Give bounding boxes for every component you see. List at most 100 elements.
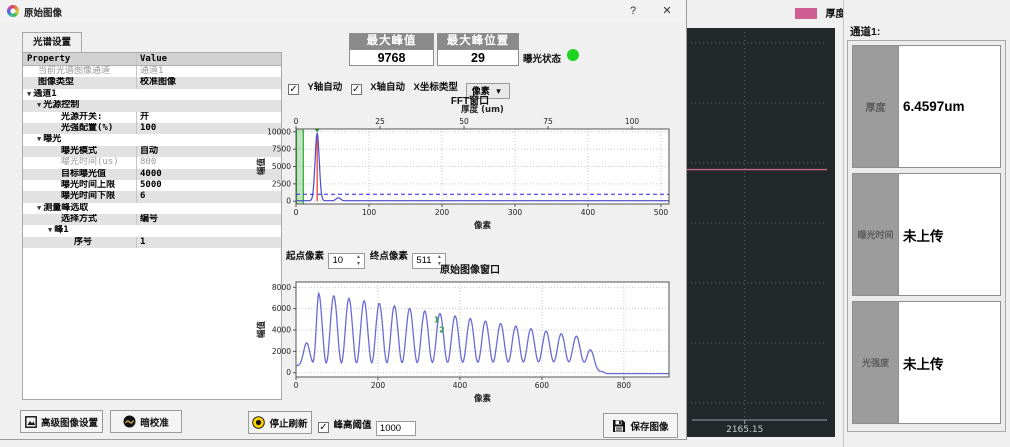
svg-text:200: 200 (435, 208, 450, 217)
advanced-image-settings-button[interactable]: 高级图像设置 (20, 410, 103, 433)
property-name: 图像类型 (23, 77, 136, 88)
svg-text:0: 0 (286, 368, 291, 377)
svg-text:0: 0 (294, 117, 299, 126)
property-name: ▼光源控制 (23, 100, 281, 111)
property-row[interactable]: ▼峰1 (23, 225, 281, 236)
svg-text:像素: 像素 (473, 393, 492, 404)
max-peak-pos-value: 29 (438, 49, 518, 65)
svg-text:50: 50 (459, 117, 469, 126)
svg-text:200: 200 (371, 381, 386, 390)
screen: 原始图像 ? ✕ 光谱设置 Property Value 当前光谱图像通道通道1… (0, 0, 1010, 447)
property-row[interactable]: 图像类型校准图像 (23, 77, 281, 88)
light-intensity-card-value: 未上传 (899, 302, 1000, 423)
svg-text:25: 25 (375, 117, 385, 126)
property-value[interactable]: 通道1 (136, 66, 281, 77)
property-name: 选择方式 (23, 214, 136, 225)
fft-chart[interactable]: 0100200300400500025507510002500500075001… (254, 103, 686, 239)
svg-text:8000: 8000 (272, 283, 291, 292)
dark-calibration-label: 暗校准 (140, 415, 169, 429)
light-intensity-card: 光强度 未上传 (852, 301, 1001, 424)
header-value: Value (136, 53, 281, 65)
svg-text:0: 0 (286, 197, 291, 206)
property-row[interactable]: 选择方式编号 (23, 214, 281, 225)
max-peak-pos-label: 最大峰位置 (438, 34, 518, 49)
svg-text:100: 100 (625, 117, 640, 126)
property-grid-body: 当前光谱图像通道通道1图像类型校准图像▼通道1▼光源控制光源开关:开光强配置(%… (23, 66, 281, 248)
property-name: ▼通道1 (23, 89, 281, 100)
svg-text:0: 0 (294, 381, 299, 390)
tree-collapse-icon[interactable]: ▼ (27, 90, 31, 98)
help-button[interactable]: ? (622, 3, 644, 19)
property-row[interactable]: 光强配置(%)100 (23, 123, 281, 134)
property-name: ▼测量峰选取 (23, 203, 281, 214)
image-settings-icon (25, 416, 37, 428)
light-intensity-card-label: 光强度 (853, 302, 899, 423)
dark-calibration-icon (123, 415, 136, 428)
property-name: 曝光时间(us) (23, 157, 136, 168)
max-peak-card: 最大峰值 9768 (349, 33, 434, 66)
peak-threshold-checkbox[interactable]: ✓ (318, 422, 329, 433)
svg-text:2165.15: 2165.15 (726, 425, 763, 435)
property-row[interactable]: ▼通道1 (23, 89, 281, 100)
property-row[interactable]: ▼光源控制 (23, 100, 281, 111)
thickness-card-value: 6.4597um (899, 46, 1000, 167)
exposure-time-card: 曝光时间 未上传 (852, 173, 1001, 296)
max-peak-pos-card: 最大峰位置 29 (437, 33, 519, 66)
dark-calibration-button[interactable]: 暗校准 (110, 410, 182, 433)
tab-spectrum-settings[interactable]: 光谱设置 (22, 32, 82, 52)
tree-collapse-icon[interactable]: ▼ (37, 135, 41, 143)
channel-results-panel: 通道1: 厚度 6.4597um 曝光时间 未上传 光强度 未上传 (843, 0, 1010, 447)
svg-text:2500: 2500 (272, 179, 291, 188)
thickness-card: 厚度 6.4597um (852, 45, 1001, 168)
peak-threshold-input[interactable]: 1000 (376, 421, 416, 436)
max-peak-value: 9768 (350, 49, 433, 65)
svg-text:2000: 2000 (272, 347, 291, 356)
svg-text:400: 400 (453, 381, 468, 390)
tree-collapse-icon[interactable]: ▼ (37, 101, 41, 109)
property-row[interactable]: ▼曝光 (23, 134, 281, 145)
stop-refresh-button[interactable]: 停止刷新 (248, 411, 312, 434)
main-window-region: 厚度 2165.15 通道1: 厚度 6.4597um 曝光时间 未上传 光强度… (687, 0, 1010, 447)
thickness-legend: 厚度 (795, 4, 845, 22)
property-row[interactable]: 序号1 (23, 237, 281, 248)
svg-text:厚度 (um): 厚度 (um) (461, 104, 504, 115)
svg-text:0: 0 (294, 208, 299, 217)
save-image-button[interactable]: 保存图像 (603, 413, 678, 438)
property-row[interactable]: 曝光时间下限6 (23, 191, 281, 202)
dialog-titlebar[interactable]: 原始图像 ? ✕ (0, 0, 686, 22)
property-row[interactable]: 当前光谱图像通道通道1 (23, 66, 281, 77)
dialog-title: 原始图像 (24, 5, 62, 19)
property-row[interactable]: 目标曝光值4000 (23, 169, 281, 180)
channel-label: 通道1: (850, 24, 880, 39)
property-name: 光强配置(%) (23, 123, 136, 134)
floppy-save-icon (612, 419, 626, 433)
svg-text:800: 800 (617, 381, 632, 390)
tree-collapse-icon[interactable]: ▼ (48, 226, 52, 234)
svg-text:75: 75 (543, 117, 553, 126)
header-property: Property (23, 53, 136, 65)
svg-text:幅值: 幅值 (256, 158, 267, 176)
property-row[interactable]: 曝光时间上限5000 (23, 180, 281, 191)
property-name: ▼峰1 (23, 225, 281, 236)
property-value[interactable]: 校准图像 (136, 77, 281, 88)
close-button[interactable]: ✕ (656, 3, 678, 19)
property-name: 曝光模式 (23, 146, 136, 157)
exposure-time-card-label: 曝光时间 (853, 174, 899, 295)
original-image-dialog: 原始图像 ? ✕ 光谱设置 Property Value 当前光谱图像通道通道1… (0, 0, 687, 440)
svg-text:5000: 5000 (272, 162, 291, 171)
legend-swatch-icon (795, 8, 817, 19)
property-row[interactable]: 曝光模式自动 (23, 146, 281, 157)
tree-collapse-icon[interactable]: ▼ (37, 204, 41, 212)
svg-text:2: 2 (439, 326, 445, 335)
svg-text:4000: 4000 (272, 326, 291, 335)
exposure-time-card-value: 未上传 (899, 174, 1000, 295)
raw-image-chart[interactable]: 12020040060080002000400060008000像素幅值 (254, 274, 686, 404)
thickness-trend-chart[interactable]: 2165.15 (687, 28, 835, 437)
svg-text:500: 500 (654, 208, 669, 217)
max-peak-label: 最大峰值 (350, 34, 433, 49)
property-grid[interactable]: Property Value 当前光谱图像通道通道1图像类型校准图像▼通道1▼光… (22, 52, 282, 400)
peak-threshold-controls: ✓ 峰高阈值 1000 (318, 415, 416, 436)
property-row[interactable]: 光源开关:开 (23, 112, 281, 123)
property-row[interactable]: 曝光时间(us)800 (23, 157, 281, 168)
property-row[interactable]: ▼测量峰选取 (23, 203, 281, 214)
